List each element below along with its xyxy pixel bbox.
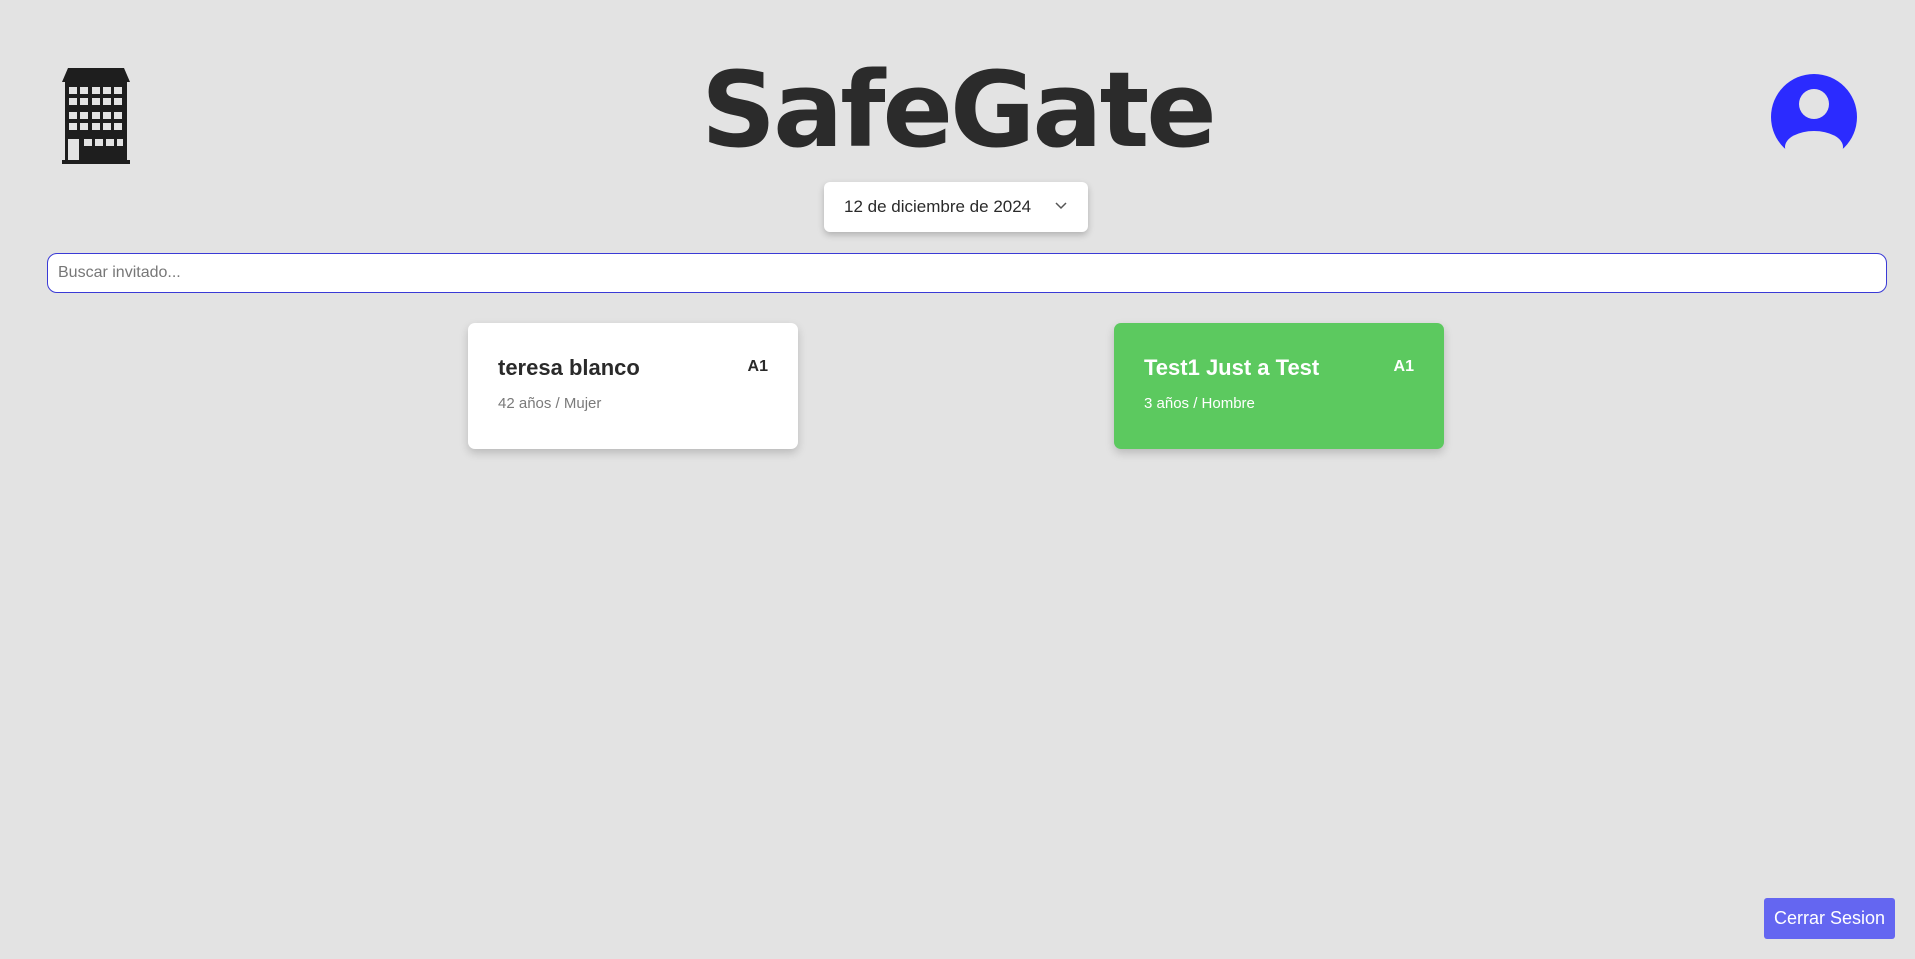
- app-title: SafeGate: [701, 49, 1217, 171]
- user-avatar-icon[interactable]: [1771, 74, 1857, 160]
- chevron-down-icon: [1055, 202, 1067, 210]
- date-select-value: 12 de diciembre de 2024: [844, 197, 1032, 216]
- search-input[interactable]: [47, 253, 1887, 293]
- guest-card[interactable]: Test1 Just a Test 3 años / Hombre A1: [1114, 323, 1444, 449]
- guest-unit-badge: A1: [747, 358, 768, 375]
- guest-unit-badge: A1: [1393, 358, 1414, 375]
- guest-card[interactable]: teresa blanco 42 años / Mujer A1: [468, 323, 798, 449]
- guest-name: teresa blanco: [498, 355, 640, 380]
- logout-button[interactable]: Cerrar Sesion: [1764, 898, 1895, 939]
- guest-name: Test1 Just a Test: [1144, 355, 1320, 380]
- guest-details: 42 años / Mujer: [498, 395, 602, 412]
- guest-details: 3 años / Hombre: [1144, 395, 1255, 412]
- date-select[interactable]: 12 de diciembre de 2024: [824, 182, 1088, 232]
